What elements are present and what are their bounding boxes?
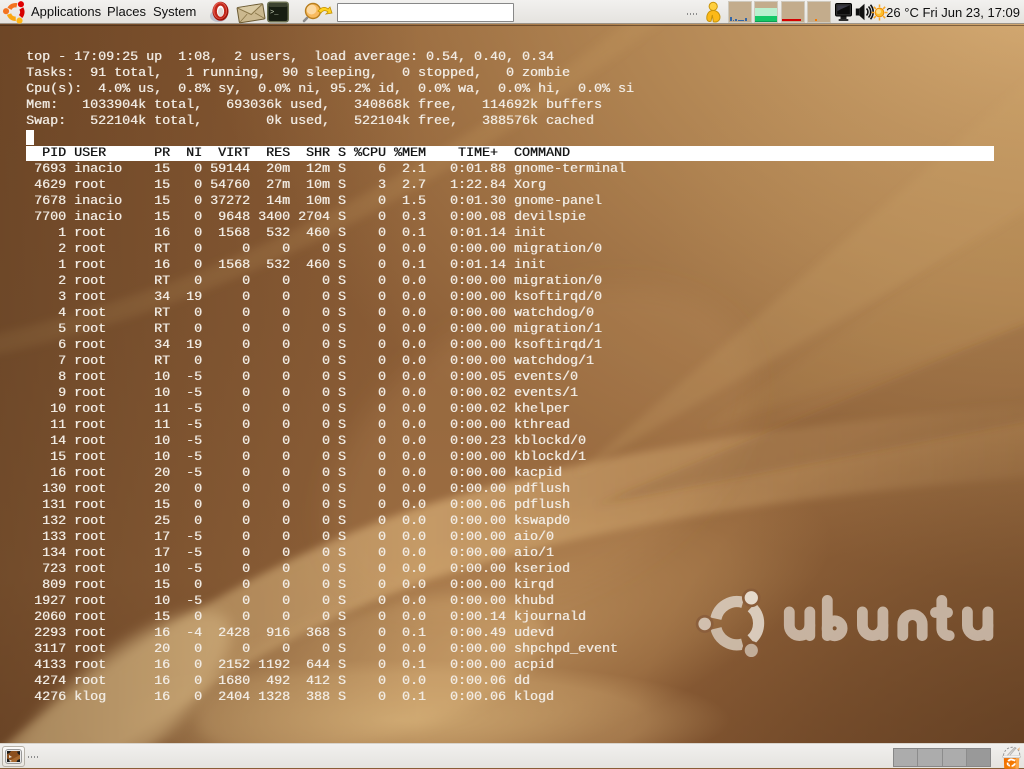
svg-text:>_: >_ [270, 9, 279, 17]
